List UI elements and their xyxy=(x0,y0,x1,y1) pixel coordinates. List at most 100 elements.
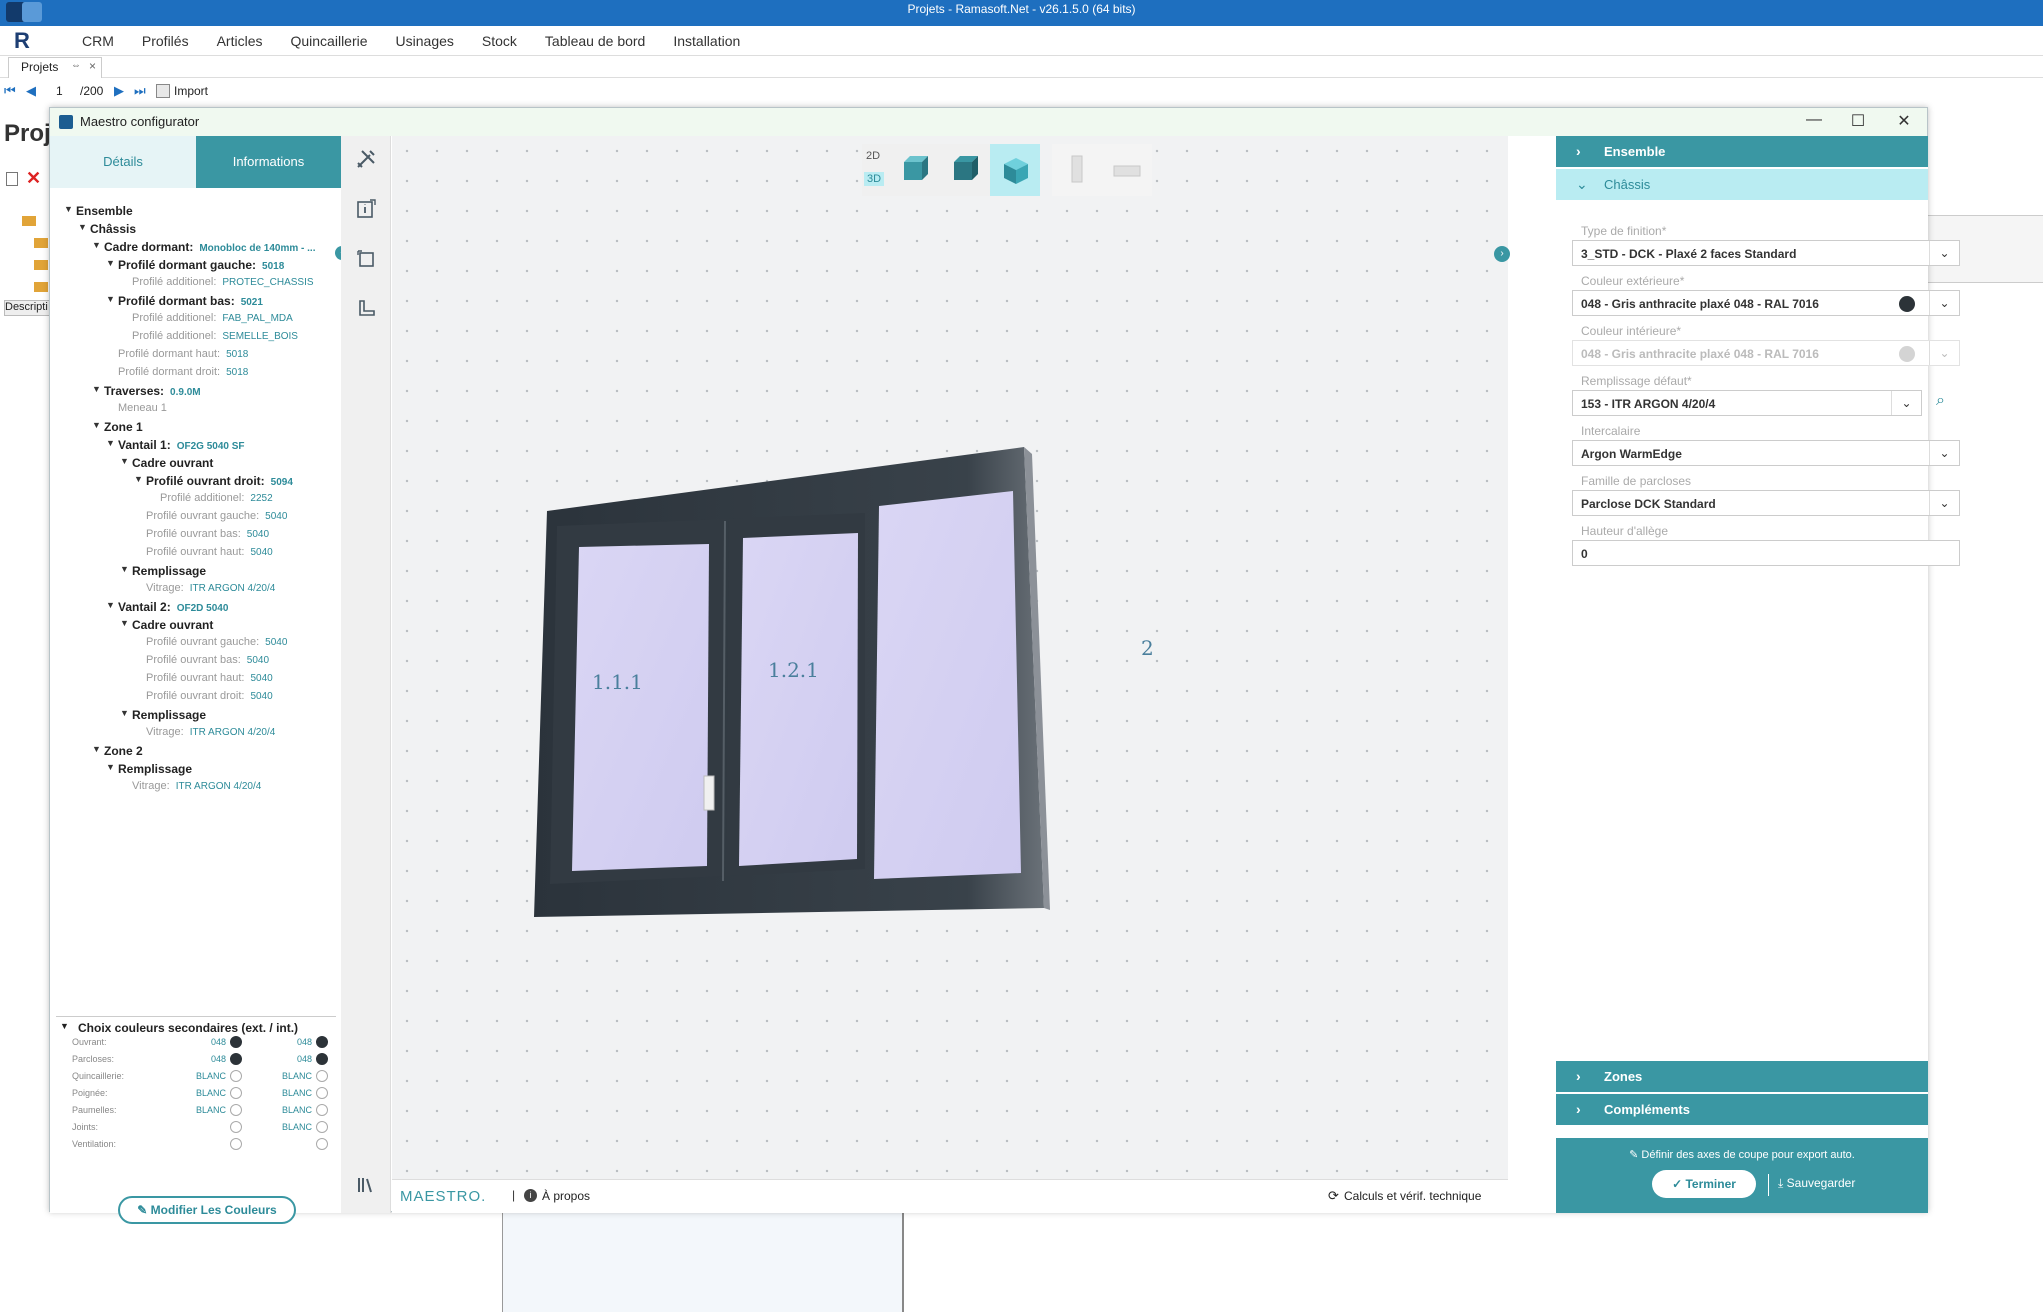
tree-node[interactable]: ▼ Châssis xyxy=(64,220,339,238)
zone-label-2[interactable]: 2 xyxy=(1141,636,1154,660)
menu-item-profil-s[interactable]: Profilés xyxy=(128,33,203,49)
zone-label-1-1-1[interactable]: 1.1.1 xyxy=(592,670,643,694)
chevron-right-icon[interactable]: › xyxy=(1576,1094,1581,1125)
chevron-down-icon[interactable]: ▼ xyxy=(92,744,101,754)
color-int-swatch[interactable] xyxy=(316,1070,328,1082)
chevron-down-icon[interactable]: ▼ xyxy=(92,240,101,250)
tree-node[interactable]: ▼ Cadre dormant: Monobloc de 140mm - ... xyxy=(64,238,339,256)
chevron-down-icon[interactable]: ⌄ xyxy=(1891,391,1921,415)
calc-verif-link[interactable]: Calculs et vérif. technique xyxy=(1344,1189,1481,1203)
last-record-icon[interactable]: ⏭ xyxy=(134,83,146,99)
chevron-down-icon[interactable]: ▼ xyxy=(106,600,115,610)
import-button[interactable]: Import xyxy=(174,84,208,98)
sauvegarder-button[interactable]: ⤓ Sauvegarder xyxy=(1778,1176,1855,1191)
tree-node[interactable]: Meneau 1 xyxy=(64,400,339,418)
menu-item-installation[interactable]: Installation xyxy=(659,33,754,49)
tree-node[interactable]: Profilé dormant haut: 5018 xyxy=(64,346,339,364)
info-panel-icon[interactable] xyxy=(349,192,383,226)
tree-node-icon[interactable] xyxy=(34,260,48,270)
minimize-button[interactable]: — xyxy=(1804,111,1824,129)
tree-node[interactable]: Vitrage: ITR ARGON 4/20/4 xyxy=(64,724,339,742)
section-chassis[interactable]: ⌄ Châssis xyxy=(1556,169,1928,200)
chevron-down-icon[interactable]: ▼ xyxy=(106,258,115,268)
chevron-down-icon[interactable]: ▼ xyxy=(92,384,101,394)
profile-section-icon[interactable] xyxy=(349,292,383,326)
tree-node[interactable]: ▼ Vantail 2: OF2D 5040 xyxy=(64,598,339,616)
color-ext-swatch[interactable] xyxy=(230,1087,242,1099)
chevron-down-icon[interactable]: ▼ xyxy=(64,204,73,214)
tree-node[interactable]: Profilé additionel: FAB_PAL_MDA xyxy=(64,310,339,328)
tree-node[interactable]: Profilé additionel: SEMELLE_BOIS xyxy=(64,328,339,346)
tree-node[interactable]: ▼ Ensemble xyxy=(64,202,339,220)
chevron-down-icon[interactable]: ▼ xyxy=(106,294,115,304)
tree-node[interactable]: ▼ Zone 1 xyxy=(64,418,339,436)
page-number-input[interactable]: 1 xyxy=(56,84,63,98)
chevron-down-icon[interactable]: ▼ xyxy=(60,1021,69,1031)
color-ext-swatch[interactable] xyxy=(230,1070,242,1082)
tree-node[interactable]: ▼ Zone 2 xyxy=(64,742,339,760)
tree-node[interactable]: ▼ Vantail 1: OF2G 5040 SF xyxy=(64,436,339,454)
tree-node[interactable]: Profilé ouvrant haut: 5040 xyxy=(64,544,339,562)
glass-pane-1-1-1[interactable] xyxy=(572,544,709,871)
prev-record-icon[interactable]: ◀ xyxy=(26,83,36,99)
color-ext-swatch[interactable] xyxy=(230,1053,242,1065)
menu-item-usinages[interactable]: Usinages xyxy=(382,33,468,49)
menu-item-crm[interactable]: CRM xyxy=(68,33,128,49)
tree-node[interactable]: Profilé ouvrant droit: 5040 xyxy=(64,688,339,706)
glass-pane-2[interactable] xyxy=(874,491,1021,879)
search-icon[interactable]: ⌕ xyxy=(1936,392,1945,410)
tree-node[interactable]: ▼ Remplissage xyxy=(64,760,339,778)
chevron-down-icon[interactable]: ▼ xyxy=(120,708,129,718)
chevron-down-icon[interactable]: ▼ xyxy=(106,762,115,772)
tree-node[interactable]: Profilé ouvrant bas: 5040 xyxy=(64,526,339,544)
chevron-down-icon[interactable]: ▼ xyxy=(120,456,129,466)
tree-node[interactable]: ▼ Profilé ouvrant droit: 5094 xyxy=(64,472,339,490)
tree-node-icon[interactable] xyxy=(34,282,48,292)
chevron-down-icon[interactable]: ⌄ xyxy=(1929,291,1959,315)
tree-node[interactable]: Profilé ouvrant bas: 5040 xyxy=(64,652,339,670)
chevron-right-icon[interactable]: › xyxy=(1576,136,1581,167)
pin-icon[interactable]: ⇔ xyxy=(71,60,81,71)
chevron-right-icon[interactable]: › xyxy=(1576,1061,1581,1092)
tree-node[interactable]: Vitrage: ITR ARGON 4/20/4 xyxy=(64,778,339,796)
chevron-down-icon[interactable]: ⌄ xyxy=(1929,491,1959,515)
field-select[interactable]: Argon WarmEdge ⌄ xyxy=(1572,440,1960,466)
chevron-down-icon[interactable]: ⌄ xyxy=(1576,169,1588,200)
tree-node[interactable]: Vitrage: ITR ARGON 4/20/4 xyxy=(64,580,339,598)
section-ensemble[interactable]: › Ensemble xyxy=(1556,136,1928,167)
about-link[interactable]: À propos xyxy=(542,1189,590,1203)
tree-node[interactable]: ▼ Profilé dormant bas: 5021 xyxy=(64,292,339,310)
menu-item-quincaillerie[interactable]: Quincaillerie xyxy=(276,33,381,49)
cut-axes-link[interactable]: ✎ Définir des axes de coupe pour export … xyxy=(1556,1148,1928,1161)
field-select[interactable]: 3_STD - DCK - Plaxé 2 faces Standard ⌄ xyxy=(1572,240,1960,266)
chevron-down-icon[interactable]: ▼ xyxy=(120,618,129,628)
field-select[interactable]: 048 - Gris anthracite plaxé 048 - RAL 70… xyxy=(1572,290,1960,316)
next-record-icon[interactable]: ▶ xyxy=(114,83,124,99)
3d-viewport[interactable]: 2D 3D 1.1.1 1.2.1 2 xyxy=(392,136,1556,1179)
color-int-swatch[interactable] xyxy=(316,1121,328,1133)
secondary-colors-header[interactable]: ▼ Choix couleurs secondaires (ext. / int… xyxy=(56,1016,336,1035)
collapse-right-panel-icon[interactable]: › xyxy=(1494,246,1510,262)
frame-select-icon[interactable] xyxy=(349,242,383,276)
chevron-down-icon[interactable]: ▼ xyxy=(92,420,101,430)
close-icon[interactable]: × xyxy=(89,59,96,73)
chevron-down-icon[interactable]: ▼ xyxy=(134,474,143,484)
tree-node-icon[interactable] xyxy=(34,238,48,248)
chevron-down-icon[interactable]: ⌄ xyxy=(1929,341,1959,365)
color-ext-swatch[interactable] xyxy=(230,1036,242,1048)
tree-node-icon[interactable] xyxy=(22,216,36,226)
color-ext-swatch[interactable] xyxy=(230,1104,242,1116)
tab-projets[interactable]: Projets ⇔ × xyxy=(8,57,102,78)
tree-node[interactable]: Profilé ouvrant gauche: 5040 xyxy=(64,634,339,652)
import-icon[interactable] xyxy=(156,84,170,98)
section-zones[interactable]: › Zones xyxy=(1556,1061,1928,1092)
tree-node[interactable]: ▼ Traverses: 0.9.0M xyxy=(64,382,339,400)
color-ext-swatch[interactable] xyxy=(230,1138,242,1150)
color-int-swatch[interactable] xyxy=(316,1104,328,1116)
tab-informations[interactable]: Informations xyxy=(196,136,341,188)
chevron-down-icon[interactable]: ▼ xyxy=(106,438,115,448)
refresh-icon[interactable]: ⟳ xyxy=(1328,1188,1339,1204)
tab-details[interactable]: Détails xyxy=(50,136,196,188)
chevron-down-icon[interactable]: ⌄ xyxy=(1929,241,1959,265)
first-record-icon[interactable]: ⏮ xyxy=(4,83,16,99)
